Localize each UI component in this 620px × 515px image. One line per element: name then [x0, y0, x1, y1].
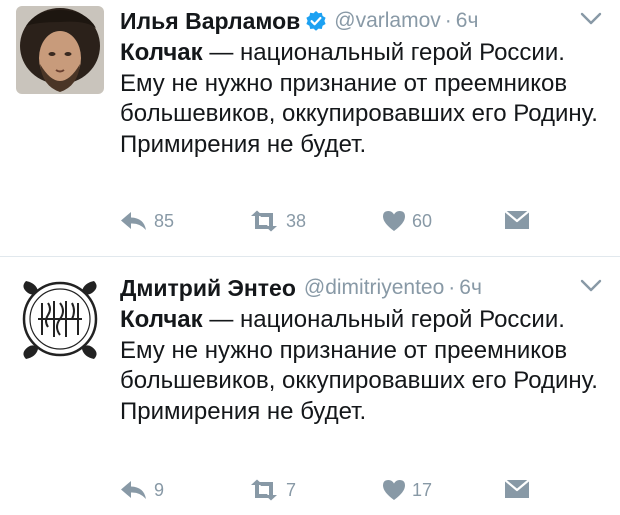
envelope-icon	[504, 479, 530, 499]
tweet-header: Илья Варламов @varlamov · 6ч	[120, 4, 478, 38]
avatar[interactable]	[16, 6, 104, 94]
author-name[interactable]: Дмитрий Энтео	[120, 275, 296, 302]
reply-button[interactable]: 85	[120, 210, 174, 232]
tweet[interactable]: Илья Варламов @varlamov · 6ч Колчак — на…	[0, 0, 620, 256]
avatar[interactable]	[16, 273, 104, 361]
author-handle[interactable]: @dimitriyenteo	[304, 276, 444, 300]
author-handle[interactable]: @varlamov	[334, 9, 441, 33]
retweet-button[interactable]: 38	[248, 210, 306, 232]
reply-icon	[120, 479, 148, 501]
heart-icon	[382, 479, 406, 501]
tweet-header: Дмитрий Энтео @dimitriyenteo · 6ч	[120, 271, 482, 305]
chevron-down-icon[interactable]	[580, 12, 602, 26]
direct-message-button[interactable]	[504, 210, 530, 230]
tweet[interactable]: Дмитрий Энтео @dimitriyenteo · 6ч Колчак…	[0, 257, 620, 515]
tweet-text: Колчак — национальный герой России. Ему …	[120, 305, 600, 427]
tweet-text: Колчак — национальный герой России. Ему …	[120, 38, 600, 160]
chevron-down-icon[interactable]	[580, 279, 602, 293]
like-button[interactable]: 17	[382, 479, 432, 501]
like-button[interactable]: 60	[382, 210, 432, 232]
reply-count: 85	[154, 210, 175, 231]
author-name[interactable]: Илья Варламов	[120, 8, 300, 35]
heart-icon	[382, 210, 406, 232]
verified-badge-icon	[306, 11, 326, 31]
retweet-count: 38	[286, 210, 307, 231]
retweet-count: 7	[286, 479, 297, 500]
timestamp[interactable]: 6ч	[459, 276, 482, 300]
like-count: 60	[412, 210, 433, 231]
direct-message-button[interactable]	[504, 479, 530, 499]
reply-icon	[120, 210, 148, 232]
reply-button[interactable]: 9	[120, 479, 164, 501]
tweet-text-bold: Колчак	[120, 306, 203, 333]
timestamp[interactable]: 6ч	[456, 9, 479, 33]
separator: ·	[448, 276, 456, 299]
separator: ·	[444, 9, 452, 32]
reply-count: 9	[154, 479, 165, 500]
tweet-text-bold: Колчак	[120, 39, 203, 66]
tweet-actions: 9 7 17	[120, 479, 540, 509]
retweet-icon	[248, 210, 280, 232]
tweet-actions: 85 38 60	[120, 210, 540, 240]
like-count: 17	[412, 479, 433, 500]
retweet-button[interactable]: 7	[248, 479, 296, 501]
envelope-icon	[504, 210, 530, 230]
retweet-icon	[248, 479, 280, 501]
